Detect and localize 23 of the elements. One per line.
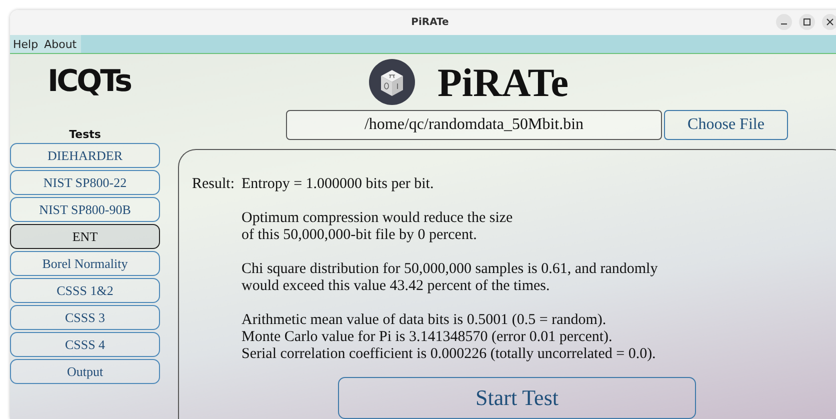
test-button[interactable]: Output (10, 359, 160, 384)
company-logo: ICQTs (47, 64, 131, 99)
window-title: PiRATe (411, 17, 449, 28)
choose-file-button[interactable]: Choose File (664, 110, 788, 140)
menu-item[interactable]: Help (13, 38, 38, 50)
result-text: Entropy = 1.000000 bits per bit. (242, 176, 435, 193)
sidebar-heading: Tests (68, 128, 102, 141)
test-button[interactable]: CSSS 1&2 (10, 278, 160, 303)
test-button[interactable]: DIEHARDER (10, 143, 160, 168)
test-button[interactable]: Borel Normality (10, 251, 160, 276)
test-button[interactable]: CSSS 3 (10, 305, 160, 330)
test-button[interactable]: CSSS 4 (10, 332, 160, 357)
result-label: Result: (192, 176, 235, 194)
app-title: PiRATe (437, 58, 569, 106)
test-button[interactable]: NIST SP800-22 (10, 170, 160, 195)
menu-item[interactable]: About (44, 38, 77, 50)
result-text: Optimum compression would reduce the size of this 50,000,000-bit file by 0 percent. (242, 210, 514, 244)
test-button[interactable]: NIST SP800-90B (10, 197, 160, 222)
file-path-field[interactable]: /home/qc/randomdata_50Mbit.bin (286, 110, 662, 140)
start-test-button[interactable]: Start Test (338, 377, 696, 419)
test-button[interactable]: ENT (10, 224, 160, 249)
result-text: Arithmetic mean value of data bits is 0.5001 (0.5 = random). Monte Carlo value for Pi is 3.141348570 (error 0.01 percent). Serial correlation coefficient is 0.000226 (totally uncorrelated = 0.0). (242, 312, 657, 363)
result-text: Chi square distribution for 50,000,000 samples is 0.61, and randomly would exceed this value 43.42 percent of the times. (242, 261, 658, 295)
